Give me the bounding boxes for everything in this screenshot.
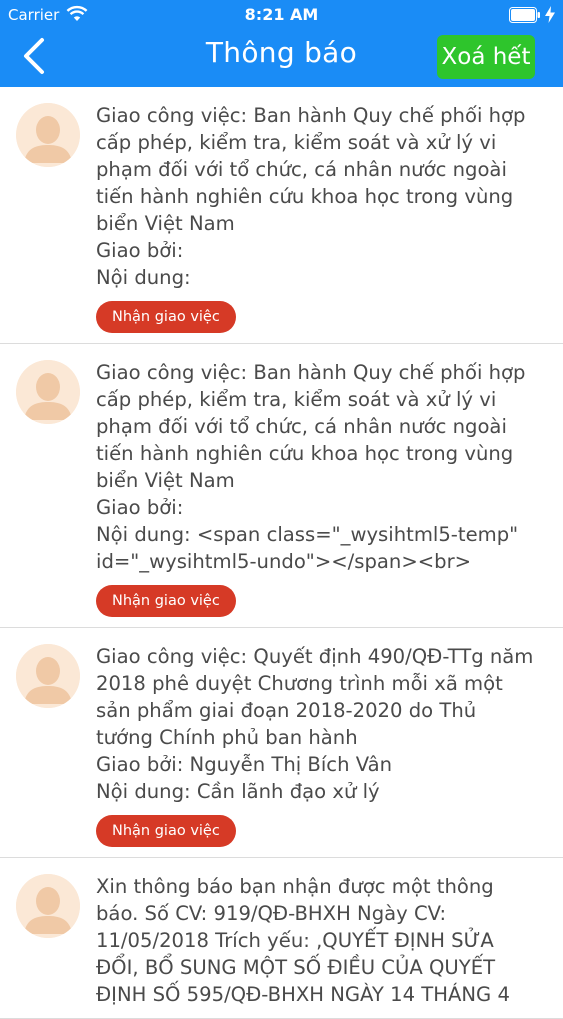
notification-list: Giao công việc: Ban hành Quy chế phối hợ…: [0, 87, 563, 1019]
notification-line: tiến hành nghiên cứu khoa học trong vùng: [96, 185, 514, 208]
notification-text: Giao công việc: Ban hành Quy chế phối hợ…: [96, 102, 545, 291]
notification-line: phạm đối với tổ chức, cá nhân nước ngoài: [96, 415, 507, 438]
user-avatar-icon: [16, 103, 80, 167]
notification-line: Xin thông báo bạn nhận được một thông: [96, 875, 494, 898]
notification-item[interactable]: Xin thông báo bạn nhận được một thông báo…: [0, 858, 563, 1019]
nav-header: Carrier 8:21 AM Thông báo Xoá hết: [0, 0, 563, 87]
notification-line: báo. Số CV: 919/QĐ-BHXH Ngày CV:: [96, 902, 447, 925]
status-time: 8:21 AM: [244, 5, 319, 24]
notification-line: tiến hành nghiên cứu khoa học trong vùng: [96, 442, 514, 465]
notification-line: 11/05/2018 Trích yếu: ,QUYẾT ĐỊNH SỬA: [96, 929, 494, 952]
notification-line: phạm đối với tổ chức, cá nhân nước ngoài: [96, 158, 507, 181]
notification-line: biển Việt Nam: [96, 469, 235, 492]
notification-line: biển Việt Nam: [96, 212, 235, 235]
notification-line: ĐỔI, BỔ SUNG MỘT SỐ ĐIỀU CỦA QUYẾT: [96, 956, 496, 979]
clear-all-button[interactable]: Xoá hết: [437, 35, 535, 79]
notification-line: sản phẩm giai đoạn 2018-2020 do Thủ: [96, 699, 477, 722]
accept-task-button[interactable]: Nhận giao việc: [96, 585, 236, 617]
notification-line: Giao công việc: Ban hành Quy chế phối hợ…: [96, 361, 526, 384]
notification-item[interactable]: Giao công việc: Ban hành Quy chế phối hợ…: [0, 344, 563, 628]
notification-line: Giao bởi:: [96, 496, 184, 519]
notification-line: Giao công việc: Ban hành Quy chế phối hợ…: [96, 104, 526, 127]
notification-line: Giao bởi:: [96, 239, 184, 262]
notification-item[interactable]: Giao công việc: Ban hành Quy chế phối hợ…: [0, 87, 563, 344]
battery-icon: [509, 7, 540, 23]
notification-item[interactable]: Giao công việc: Quyết định 490/QĐ-TTg nă…: [0, 628, 563, 858]
notification-line: Giao công việc: Quyết định 490/QĐ-TTg nă…: [96, 645, 534, 668]
accept-task-button[interactable]: Nhận giao việc: [96, 815, 236, 847]
charging-icon: [545, 6, 555, 23]
notification-line: cấp phép, kiểm tra, kiểm soát và xử lý v…: [96, 388, 497, 411]
notification-line: tướng Chính phủ ban hành: [96, 726, 358, 749]
notification-line: Nội dung:: [96, 266, 191, 289]
notification-line: 2018 phê duyệt Chương trình mỗi xã một: [96, 672, 503, 695]
notification-line: id="_wysihtml5-undo"></span><br>: [96, 550, 472, 573]
user-avatar-icon: [16, 360, 80, 424]
notification-line: cấp phép, kiểm tra, kiểm soát và xử lý v…: [96, 131, 497, 154]
user-avatar-icon: [16, 644, 80, 708]
status-bar: Carrier 8:21 AM: [0, 0, 563, 30]
notification-line: Giao bởi: Nguyễn Thị Bích Vân: [96, 753, 393, 776]
notification-line: Nội dung: Cần lãnh đạo xử lý: [96, 780, 380, 803]
notification-text: Giao công việc: Quyết định 490/QĐ-TTg nă…: [96, 643, 545, 805]
notification-line: ĐỊNH SỐ 595/QĐ-BHXH NGÀY 14 THÁNG 4: [96, 983, 510, 1006]
accept-task-button[interactable]: Nhận giao việc: [96, 301, 236, 333]
notification-line: Nội dung: <span class="_wysihtml5-temp": [96, 523, 519, 546]
notification-text: Giao công việc: Ban hành Quy chế phối hợ…: [96, 359, 545, 575]
notification-text: Xin thông báo bạn nhận được một thông báo…: [96, 873, 545, 1008]
user-avatar-icon: [16, 874, 80, 938]
